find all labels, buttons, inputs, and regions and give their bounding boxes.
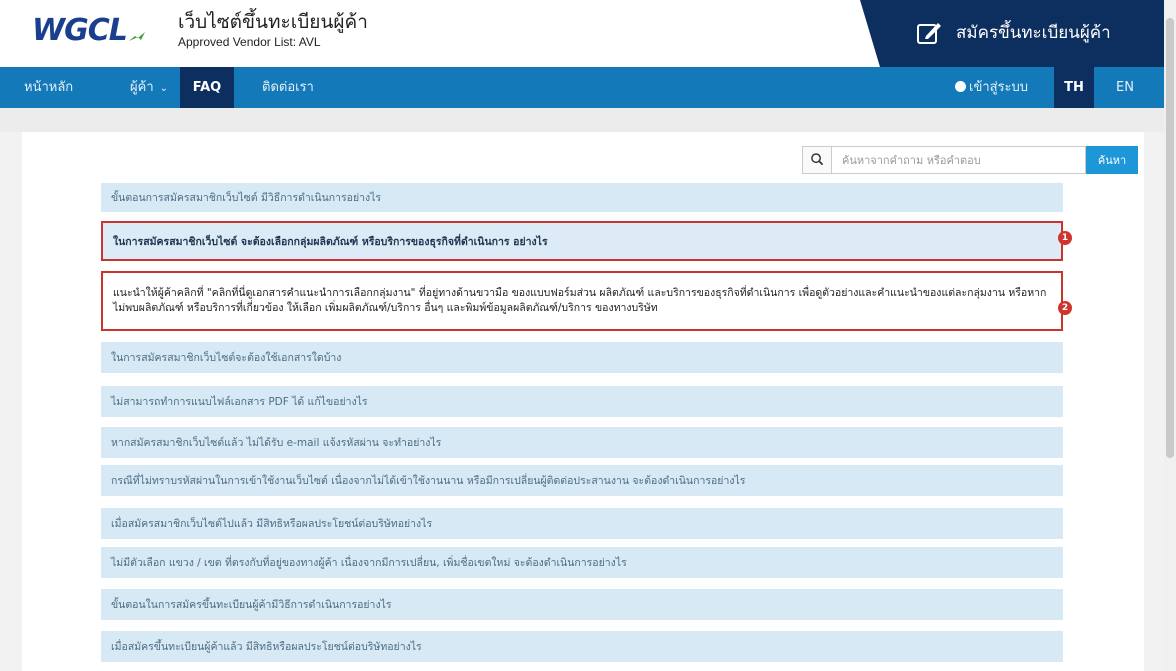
decorative-band [0, 108, 1176, 132]
site-title-th: เว็บไซต์ขึ้นทะเบียนผู้ค้า [178, 11, 368, 33]
faq-answer: แนะนำให้ผู้ค้าคลิกที่ "คลิกที่นี่ดูเอกสา… [101, 271, 1063, 331]
faq-item[interactable]: ในการสมัครสมาชิกเว็บไซต์จะต้องใช้เอกสารใ… [101, 342, 1063, 373]
lang-th-button[interactable]: TH [1054, 67, 1094, 108]
search-icon-button[interactable] [802, 146, 832, 174]
site-title: เว็บไซต์ขึ้นทะเบียนผู้ค้า Approved Vendo… [178, 10, 368, 50]
chevron-down-icon: ⌄ [159, 83, 169, 94]
faq-item[interactable]: กรณีที่ไม่ทราบรหัสผ่านในการเข้าใช้งานเว็… [101, 465, 1063, 496]
login-label: เข้าสู่ระบบ [969, 80, 1029, 95]
user-icon [955, 81, 966, 92]
search-input[interactable] [832, 146, 1086, 174]
faq-item[interactable]: ขั้นตอนในการสมัครขึ้นทะเบียนผู้ค้ามีวิธี… [101, 589, 1063, 620]
lang-en-button[interactable]: EN [1116, 67, 1134, 108]
faq-item[interactable]: เมื่อสมัครสมาชิกเว็บไซต์ไปแล้ว มีสิทธิหร… [101, 508, 1063, 539]
nav-home[interactable]: หน้าหลัก [24, 67, 73, 108]
search-icon [811, 153, 824, 166]
wgcl-logo[interactable]: WGCL [32, 14, 145, 48]
register-vendor-button[interactable]: สมัครขึ้นทะเบียนผู้ค้า [860, 0, 1176, 67]
annotation-marker-1: 1 [1058, 231, 1072, 245]
edit-icon [917, 23, 941, 44]
register-vendor-label: สมัครขึ้นทะเบียนผู้ค้า [956, 23, 1111, 43]
scrollbar[interactable] [1164, 0, 1176, 671]
header: WGCL เว็บไซต์ขึ้นทะเบียนผู้ค้า Approved … [0, 0, 1176, 67]
main-nav: หน้าหลัก ผู้ค้า ⌄ FAQ ติดต่อเรา เข้าสู่ระ… [0, 67, 1176, 108]
login-link[interactable]: เข้าสู่ระบบ [955, 67, 1028, 108]
annotation-marker-2: 2 [1058, 301, 1072, 315]
faq-item[interactable]: หากสมัครสมาชิกเว็บไซต์แล้ว ไม่ได้รับ e-m… [101, 427, 1063, 458]
faq-item-expanded[interactable]: ในการสมัครสมาชิกเว็บไซต์ จะต้องเลือกกลุ่… [101, 221, 1063, 261]
nav-vendor[interactable]: ผู้ค้า ⌄ [130, 67, 168, 108]
scrollbar-thumb[interactable] [1166, 18, 1174, 458]
nav-faq[interactable]: FAQ [180, 67, 234, 108]
site-subtitle: Approved Vendor List: AVL [178, 35, 321, 49]
nav-vendor-label: ผู้ค้า [130, 80, 154, 95]
faq-item[interactable]: เมื่อสมัครขึ้นทะเบียนผู้ค้าแล้ว มีสิทธิห… [101, 631, 1063, 662]
faq-item[interactable]: ไม่สามารถทำการแนบไฟล์เอกสาร PDF ได้ แก้ไ… [101, 386, 1063, 417]
search-button[interactable]: ค้นหา [1086, 146, 1138, 174]
logo-swoosh-icon [128, 32, 145, 41]
logo-text: WGCL [32, 13, 128, 48]
nav-contact[interactable]: ติดต่อเรา [262, 67, 314, 108]
faq-item[interactable]: ไม่มีตัวเลือก แขวง / เขต ที่ตรงกับที่อยู… [101, 547, 1063, 578]
faq-item[interactable]: ขั้นตอนการสมัครสมาชิกเว็บไซต์ มีวิธีการด… [101, 183, 1063, 212]
